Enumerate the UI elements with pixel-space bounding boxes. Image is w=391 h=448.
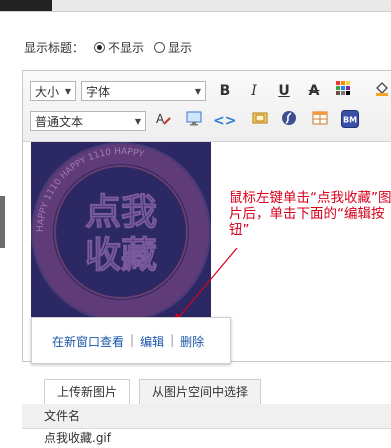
popup-links: 在新窗口查看 | 编辑 | 删除 xyxy=(52,333,204,350)
file-name-column: 文件名 xyxy=(44,409,81,423)
tab-from-space-label: 从图片空间中选择 xyxy=(151,385,248,399)
table-row[interactable]: 点我收藏.gif xyxy=(22,428,391,448)
file-name-cell: 点我收藏.gif xyxy=(44,431,111,445)
separator: | xyxy=(170,333,175,347)
image-popup-menu: 在新窗口查看 | 编辑 | 删除 xyxy=(31,317,231,364)
view-in-new-window-link[interactable]: 在新窗口查看 xyxy=(52,333,124,350)
delete-link[interactable]: 删除 xyxy=(180,333,204,350)
tab-upload-label: 上传新图片 xyxy=(56,385,117,399)
image-source-tabs: 上传新图片 从图片空间中选择 xyxy=(22,376,391,405)
tab-upload-new[interactable]: 上传新图片 xyxy=(44,379,130,405)
annotation-text: 鼠标左键单击“点我收藏”图片后，单击下面的“编辑按钮” xyxy=(229,190,391,238)
separator: | xyxy=(130,333,135,347)
tab-from-space[interactable]: 从图片空间中选择 xyxy=(139,379,261,404)
edit-link[interactable]: 编辑 xyxy=(140,333,164,350)
file-table-header: 文件名 xyxy=(22,404,391,429)
